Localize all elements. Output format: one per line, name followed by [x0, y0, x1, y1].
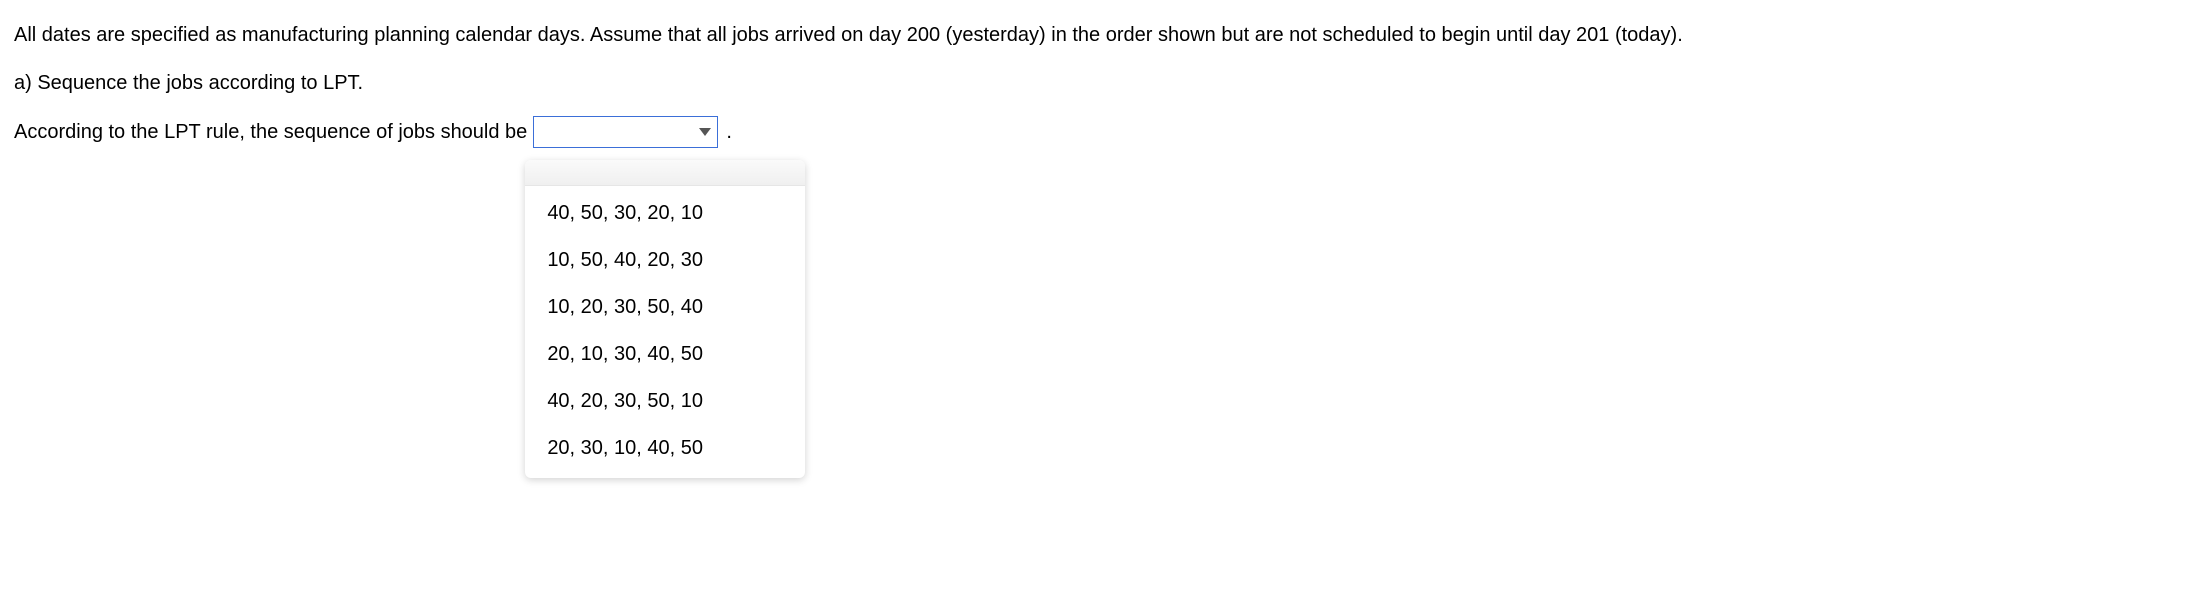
dropdown-option[interactable]: 40, 20, 30, 50, 10	[525, 378, 805, 425]
part-a-label: a) Sequence the jobs according to LPT.	[14, 68, 2188, 98]
question-row: According to the LPT rule, the sequence …	[14, 116, 2188, 148]
dropdown-option[interactable]: 20, 30, 10, 40, 50	[525, 425, 805, 472]
dropdown-option[interactable]: 20, 10, 30, 40, 50	[525, 331, 805, 378]
dropdown-option[interactable]: 40, 50, 30, 20, 10	[525, 190, 805, 237]
chevron-down-icon	[699, 128, 711, 136]
dropdown-option[interactable]: 10, 50, 40, 20, 30	[525, 237, 805, 284]
sequence-dropdown[interactable]	[533, 116, 718, 148]
dropdown-wrapper: 40, 50, 30, 20, 10 10, 50, 40, 20, 30 10…	[533, 116, 718, 148]
dropdown-list: 40, 50, 30, 20, 10 10, 50, 40, 20, 30 10…	[525, 160, 805, 478]
prompt-text: According to the LPT rule, the sequence …	[14, 121, 527, 144]
intro-paragraph: All dates are specified as manufacturing…	[14, 20, 2188, 50]
dropdown-option[interactable]: 10, 20, 30, 50, 40	[525, 284, 805, 331]
sentence-period: .	[726, 121, 732, 144]
dropdown-list-header	[525, 160, 805, 186]
